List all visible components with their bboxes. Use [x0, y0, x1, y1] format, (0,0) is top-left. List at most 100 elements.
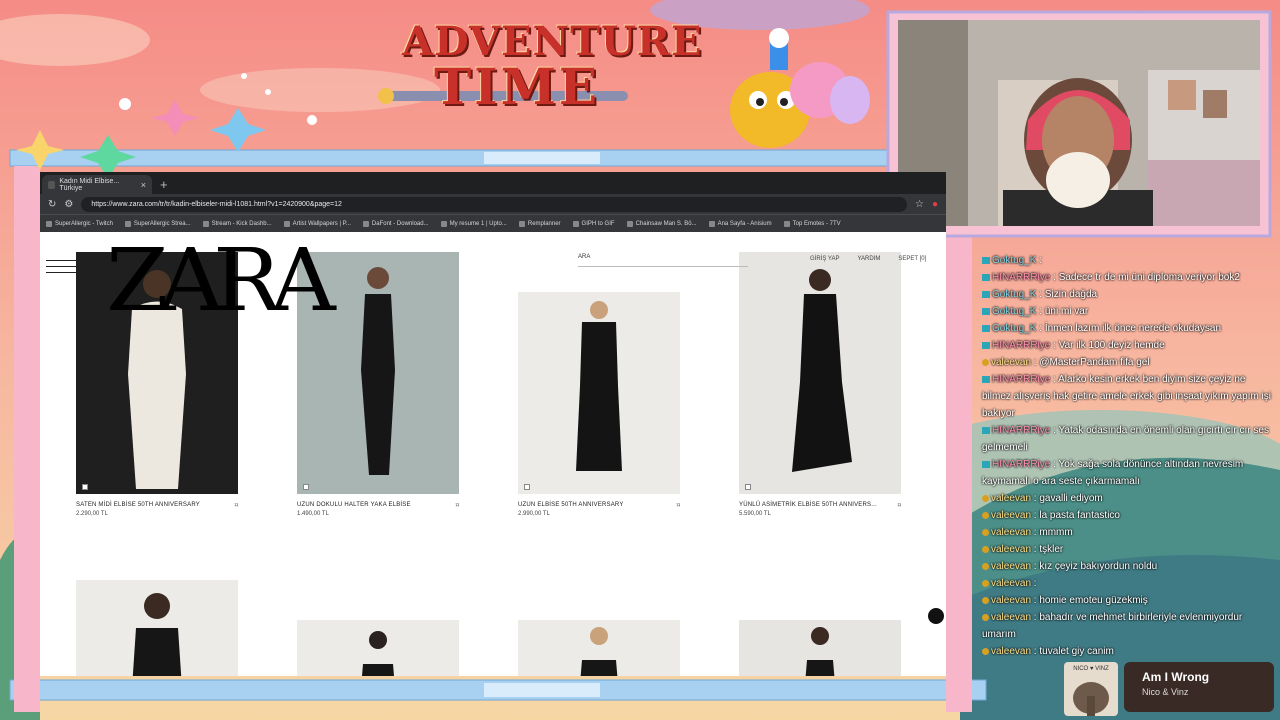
bookmark-label: Chainsaw Man S. Bö... — [635, 220, 697, 227]
chat-username[interactable]: Goktug_K — [992, 306, 1036, 317]
product-card[interactable] — [739, 620, 901, 676]
chat-text: Sadece tr de mi üni diploma veriyor bok2 — [1058, 272, 1240, 283]
chat-separator: : — [1050, 459, 1059, 470]
search-label[interactable]: ARA — [578, 254, 590, 260]
reload-icon[interactable]: ↻ — [48, 199, 56, 210]
logo-line-1: ADVENTURE — [402, 18, 703, 65]
product-card[interactable]: YÜNLÜ ASİMETRİK ELBİSE 50TH ANNIVERS... ⌑… — [739, 252, 901, 517]
user-badge-icon — [982, 494, 989, 502]
product-card[interactable] — [518, 620, 680, 676]
chat-username[interactable]: valeevan — [991, 646, 1031, 657]
bookmark-favicon-icon — [626, 220, 633, 227]
add-icon[interactable] — [303, 484, 309, 490]
product-image[interactable] — [739, 252, 901, 494]
chat-text: @MasterPandam fifa gel — [1039, 357, 1150, 368]
zara-logo[interactable]: ZARA — [106, 238, 336, 324]
user-badge-icon — [982, 528, 989, 536]
bookmark-item[interactable]: SuperAllergic Strea... — [124, 220, 191, 227]
bookmark-item[interactable]: Top Emotes - 7TV — [783, 220, 841, 227]
url-bar[interactable]: https://www.zara.com/tr/tr/kadin-elbisel… — [81, 196, 907, 212]
song-artist: Nico & Vinz — [1142, 687, 1189, 697]
chat-text: tuvalet giy canim — [1039, 646, 1114, 657]
accessibility-icon[interactable] — [928, 608, 944, 624]
chat-username[interactable]: HINARRRiye — [992, 272, 1050, 283]
chat-username[interactable]: valeevan — [991, 357, 1031, 368]
user-badge-icon — [982, 341, 990, 349]
user-badge-icon — [982, 460, 990, 468]
product-card[interactable] — [297, 620, 459, 676]
bookmark-icon[interactable]: ⌑ — [898, 502, 901, 509]
chat-username[interactable]: HINARRRiye — [992, 425, 1050, 436]
bookmark-icon[interactable]: ⌑ — [677, 502, 680, 509]
product-name: SATEN MİDİ ELBİSE 50TH ANNIVERSARY — [76, 502, 200, 508]
tune-icon[interactable]: ⚙ — [64, 199, 73, 210]
bookmark-label: DaFont - Download... — [371, 220, 429, 227]
chat-message: valeevan : mmmm — [982, 524, 1272, 541]
bookmark-favicon-icon — [283, 220, 290, 227]
header-links: GİRİŞ YAP YARDIM SEPET [0] — [810, 256, 926, 262]
bookmark-icon[interactable]: ⌑ — [235, 502, 238, 509]
logo-line-2: TIME — [433, 57, 601, 116]
adventure-time-logo: ADVENTURE TIME — [402, 18, 703, 116]
chat-text: tşkler — [1039, 544, 1064, 555]
bookmark-item[interactable]: SuperAllergic - Twitch — [46, 220, 113, 227]
bookmark-label: My resume 1 | Upto... — [449, 220, 507, 227]
product-card[interactable] — [76, 580, 238, 676]
chat-username[interactable]: valeevan — [991, 578, 1031, 589]
chat-message: HINARRRiye : Yatak odasında en önemli ol… — [982, 422, 1272, 456]
product-image[interactable] — [297, 620, 459, 676]
chat-message: valeevan : tuvalet giy canim — [982, 643, 1272, 660]
add-icon[interactable] — [82, 484, 88, 490]
chat-username[interactable]: valeevan — [991, 527, 1031, 538]
bookmark-item[interactable]: My resume 1 | Upto... — [440, 220, 507, 227]
help-link[interactable]: YARDIM — [857, 256, 880, 262]
new-tab-button[interactable]: + — [160, 175, 168, 194]
bookmark-label: SuperAllergic - Twitch — [55, 220, 113, 227]
browser-tab[interactable]: Kadın Midi Elbise... Türkiye × — [42, 175, 152, 194]
cart-link[interactable]: SEPET [0] — [898, 256, 926, 262]
product-image[interactable] — [518, 292, 680, 494]
product-image[interactable] — [739, 620, 901, 676]
chat-username[interactable]: Goktug_K — [992, 255, 1036, 266]
menu-icon[interactable] — [46, 260, 76, 278]
login-link[interactable]: GİRİŞ YAP — [810, 256, 839, 262]
chat-message: valeevan : bahadır ve mehmet birbirleriy… — [982, 609, 1272, 643]
product-image[interactable] — [76, 580, 238, 676]
extension-icon[interactable]: ● — [932, 199, 938, 210]
chat-message: HINARRRiye : Sadece tr de mi üni diploma… — [982, 269, 1272, 286]
chat-username[interactable]: valeevan — [991, 493, 1031, 504]
bookmark-star-icon[interactable]: ☆ — [915, 199, 924, 210]
chat-text: Var ilk 100 deyiz hemde — [1058, 340, 1165, 351]
bookmark-item[interactable]: GIPH to GIF — [572, 220, 615, 227]
bookmark-item[interactable]: Artist Wallpapers | P... — [283, 220, 351, 227]
chat-username[interactable]: valeevan — [991, 595, 1031, 606]
product-card[interactable]: UZUN ELBİSE 50TH ANNIVERSARY ⌑ 2.990,00 T… — [518, 292, 680, 517]
chat-username[interactable]: valeevan — [991, 510, 1031, 521]
chat-separator: : — [1036, 323, 1045, 334]
browser-window: Kadın Midi Elbise... Türkiye × + ↻ ⚙ htt… — [40, 172, 946, 676]
user-badge-icon — [982, 358, 989, 366]
product-name: YÜNLÜ ASİMETRİK ELBİSE 50TH ANNIVERS... — [739, 502, 877, 508]
chat-username[interactable]: Goktug_K — [992, 323, 1036, 334]
zara-page: SATEN MİDİ ELBİSE 50TH ANNIVERSARY ⌑ 2.29… — [40, 232, 946, 676]
close-tab-icon[interactable]: × — [141, 180, 146, 190]
chat-username[interactable]: Goktug_K — [992, 289, 1036, 300]
chat-username[interactable]: HINARRRiye — [992, 340, 1050, 351]
bookmark-icon[interactable]: ⌑ — [456, 502, 459, 509]
product-image[interactable] — [518, 620, 680, 676]
chat-username[interactable]: valeevan — [991, 561, 1031, 572]
bookmark-favicon-icon — [572, 220, 579, 227]
bookmark-item[interactable]: Ana Sayfa - Anisium — [708, 220, 772, 227]
bookmark-item[interactable]: DaFont - Download... — [362, 220, 429, 227]
chat-username[interactable]: valeevan — [991, 544, 1031, 555]
product-price: 2.990,00 TL — [518, 511, 550, 517]
add-icon[interactable] — [524, 484, 530, 490]
bookmark-item[interactable]: Chainsaw Man S. Bö... — [626, 220, 697, 227]
chat-username[interactable]: HINARRRiye — [992, 374, 1050, 385]
chat-username[interactable]: HINARRRiye — [992, 459, 1050, 470]
add-icon[interactable] — [745, 484, 751, 490]
chat-username[interactable]: valeevan — [991, 612, 1031, 623]
bookmark-item[interactable]: Remplanner — [518, 220, 561, 227]
bookmark-favicon-icon — [440, 220, 447, 227]
bookmark-item[interactable]: Stream - Kick Dashb... — [202, 220, 272, 227]
